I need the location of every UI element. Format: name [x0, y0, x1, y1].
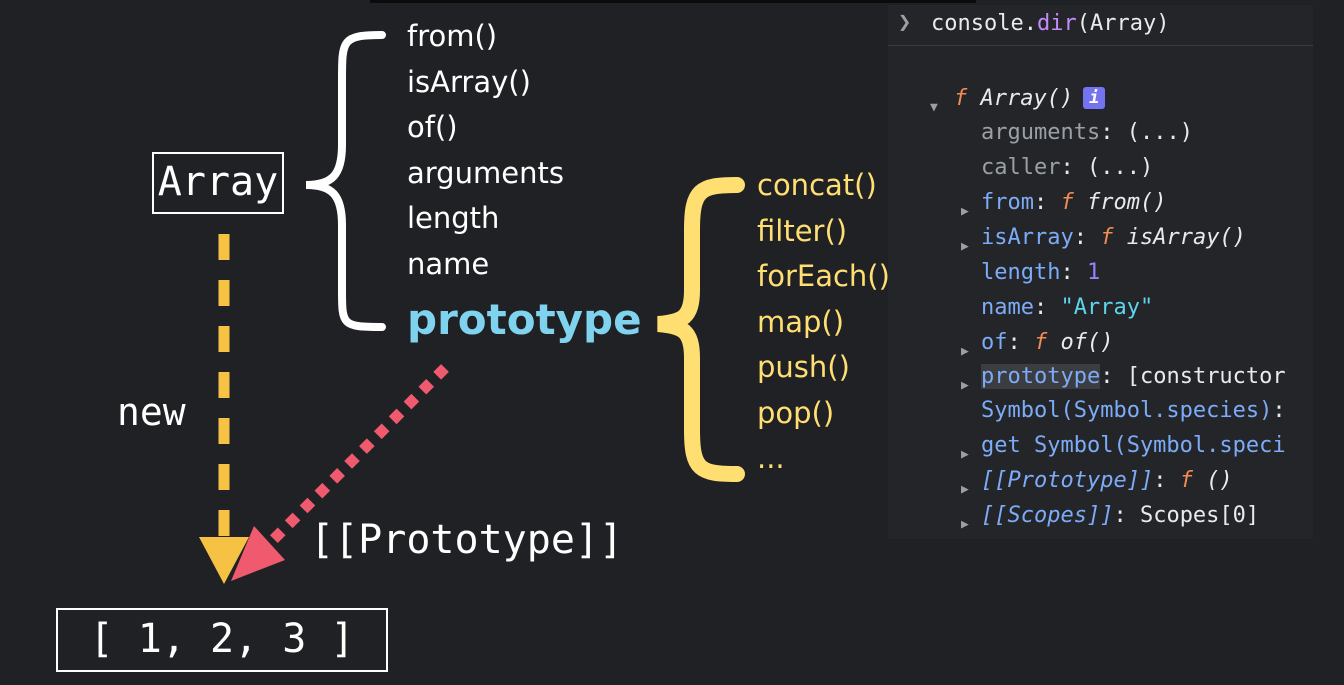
function-marker: f	[1060, 190, 1074, 215]
command-fn: dir	[1036, 11, 1077, 36]
triangle-right-icon[interactable]: ▶	[961, 232, 969, 262]
tree-row-length: length: 1	[981, 260, 1101, 285]
array-constructor-box: Array	[152, 152, 284, 214]
static-member: isArray()	[407, 64, 531, 99]
proto-link-label: [[Prototype]]	[310, 517, 624, 563]
tree-row-from[interactable]: ▶ from: f from()	[961, 188, 1167, 219]
row-key: prototype	[981, 364, 1101, 389]
row-key: of	[981, 330, 1008, 355]
function-marker: f	[1179, 468, 1193, 493]
row-value: ()	[1206, 468, 1233, 493]
tree-row-scopes[interactable]: ▶ [[Scopes]]: Scopes[0]	[961, 501, 1260, 532]
row-key: get Symbol(Symbol.speci	[981, 433, 1286, 458]
command-prefix: console.	[931, 11, 1037, 36]
tree-row-symbol-species: Symbol(Symbol.species):	[981, 398, 1286, 423]
row-value: [constructor	[1126, 364, 1286, 389]
function-marker: f	[954, 86, 968, 111]
devtools-console: ❯ console.dir(Array) ▼ f Array() i argume…	[888, 5, 1313, 539]
prototype-method: filter()	[757, 213, 848, 248]
tree-root-array[interactable]: ▼ f Array() i	[930, 84, 1106, 115]
static-member: arguments	[407, 155, 564, 190]
prototype-method: forEach()	[757, 259, 890, 293]
row-key: Symbol(Symbol.species)	[981, 398, 1273, 423]
tree-row-of[interactable]: ▶ of: f of()	[961, 328, 1114, 359]
row-value: (...)	[1126, 120, 1193, 145]
tree-row-get-symbol[interactable]: ▶ get Symbol(Symbol.speci	[961, 431, 1286, 462]
triangle-right-icon[interactable]: ▶	[961, 371, 969, 401]
row-key: caller	[981, 155, 1061, 180]
tree-row-prototype[interactable]: ▶ prototype: [constructor	[961, 362, 1286, 393]
tree-row-prototype-internal[interactable]: ▶ [[Prototype]]: f ()	[961, 466, 1233, 497]
new-label: new	[117, 390, 186, 434]
row-value: "Array"	[1060, 295, 1154, 320]
tree-row-name: name: "Array"	[981, 295, 1154, 320]
row-key: [[Scopes]]	[981, 503, 1114, 528]
prototype-method: pop()	[757, 395, 835, 430]
array-instance-box: [ 1, 2, 3 ]	[56, 608, 388, 672]
console-input-line[interactable]: ❯ console.dir(Array)	[888, 5, 1313, 46]
static-members-list: from() isArray() of() arguments length n…	[407, 14, 564, 287]
chevron-right-icon: ❯	[898, 10, 912, 35]
static-member: length	[407, 201, 500, 235]
row-value: from()	[1086, 190, 1167, 215]
prototype-methods-brace	[657, 177, 745, 482]
root-name: Array()	[980, 86, 1074, 111]
row-value: 1	[1086, 260, 1101, 285]
static-member: name	[407, 246, 490, 281]
row-key: isArray	[981, 225, 1074, 250]
row-value: of()	[1060, 330, 1114, 355]
command-args: (Array)	[1076, 11, 1170, 36]
tree-row-isarray[interactable]: ▶ isArray: f isArray()	[961, 223, 1246, 254]
row-value: (...)	[1086, 155, 1154, 180]
row-key: [[Prototype]]	[981, 468, 1154, 493]
static-member: from()	[407, 19, 498, 53]
static-member: of()	[407, 110, 458, 144]
prototype-method: concat()	[757, 168, 877, 202]
info-icon[interactable]: i	[1083, 87, 1106, 109]
prototype-methods-list: concat() filter() forEach() map() push()…	[757, 163, 890, 482]
console-command: console.dir(Array)	[931, 11, 1169, 36]
row-key: name	[981, 295, 1034, 320]
tree-row-caller: caller: (...)	[981, 155, 1154, 180]
static-members-brace	[305, 31, 386, 331]
prototype-method: map()	[757, 304, 845, 339]
prototype-method: ...	[757, 441, 785, 475]
triangle-right-icon[interactable]: ▶	[961, 510, 969, 539]
row-key: length	[981, 260, 1061, 285]
row-value: isArray()	[1126, 225, 1246, 250]
function-marker: f	[1034, 330, 1048, 355]
triangle-down-icon[interactable]: ▼	[930, 93, 938, 123]
prototype-label: prototype	[407, 295, 642, 344]
prototype-method: push()	[757, 350, 850, 384]
row-value: Scopes[0]	[1139, 503, 1260, 528]
tree-row-arguments: arguments: (...)	[981, 120, 1193, 145]
row-key: from	[981, 190, 1034, 215]
function-marker: f	[1100, 225, 1114, 250]
row-key: arguments	[981, 120, 1101, 145]
